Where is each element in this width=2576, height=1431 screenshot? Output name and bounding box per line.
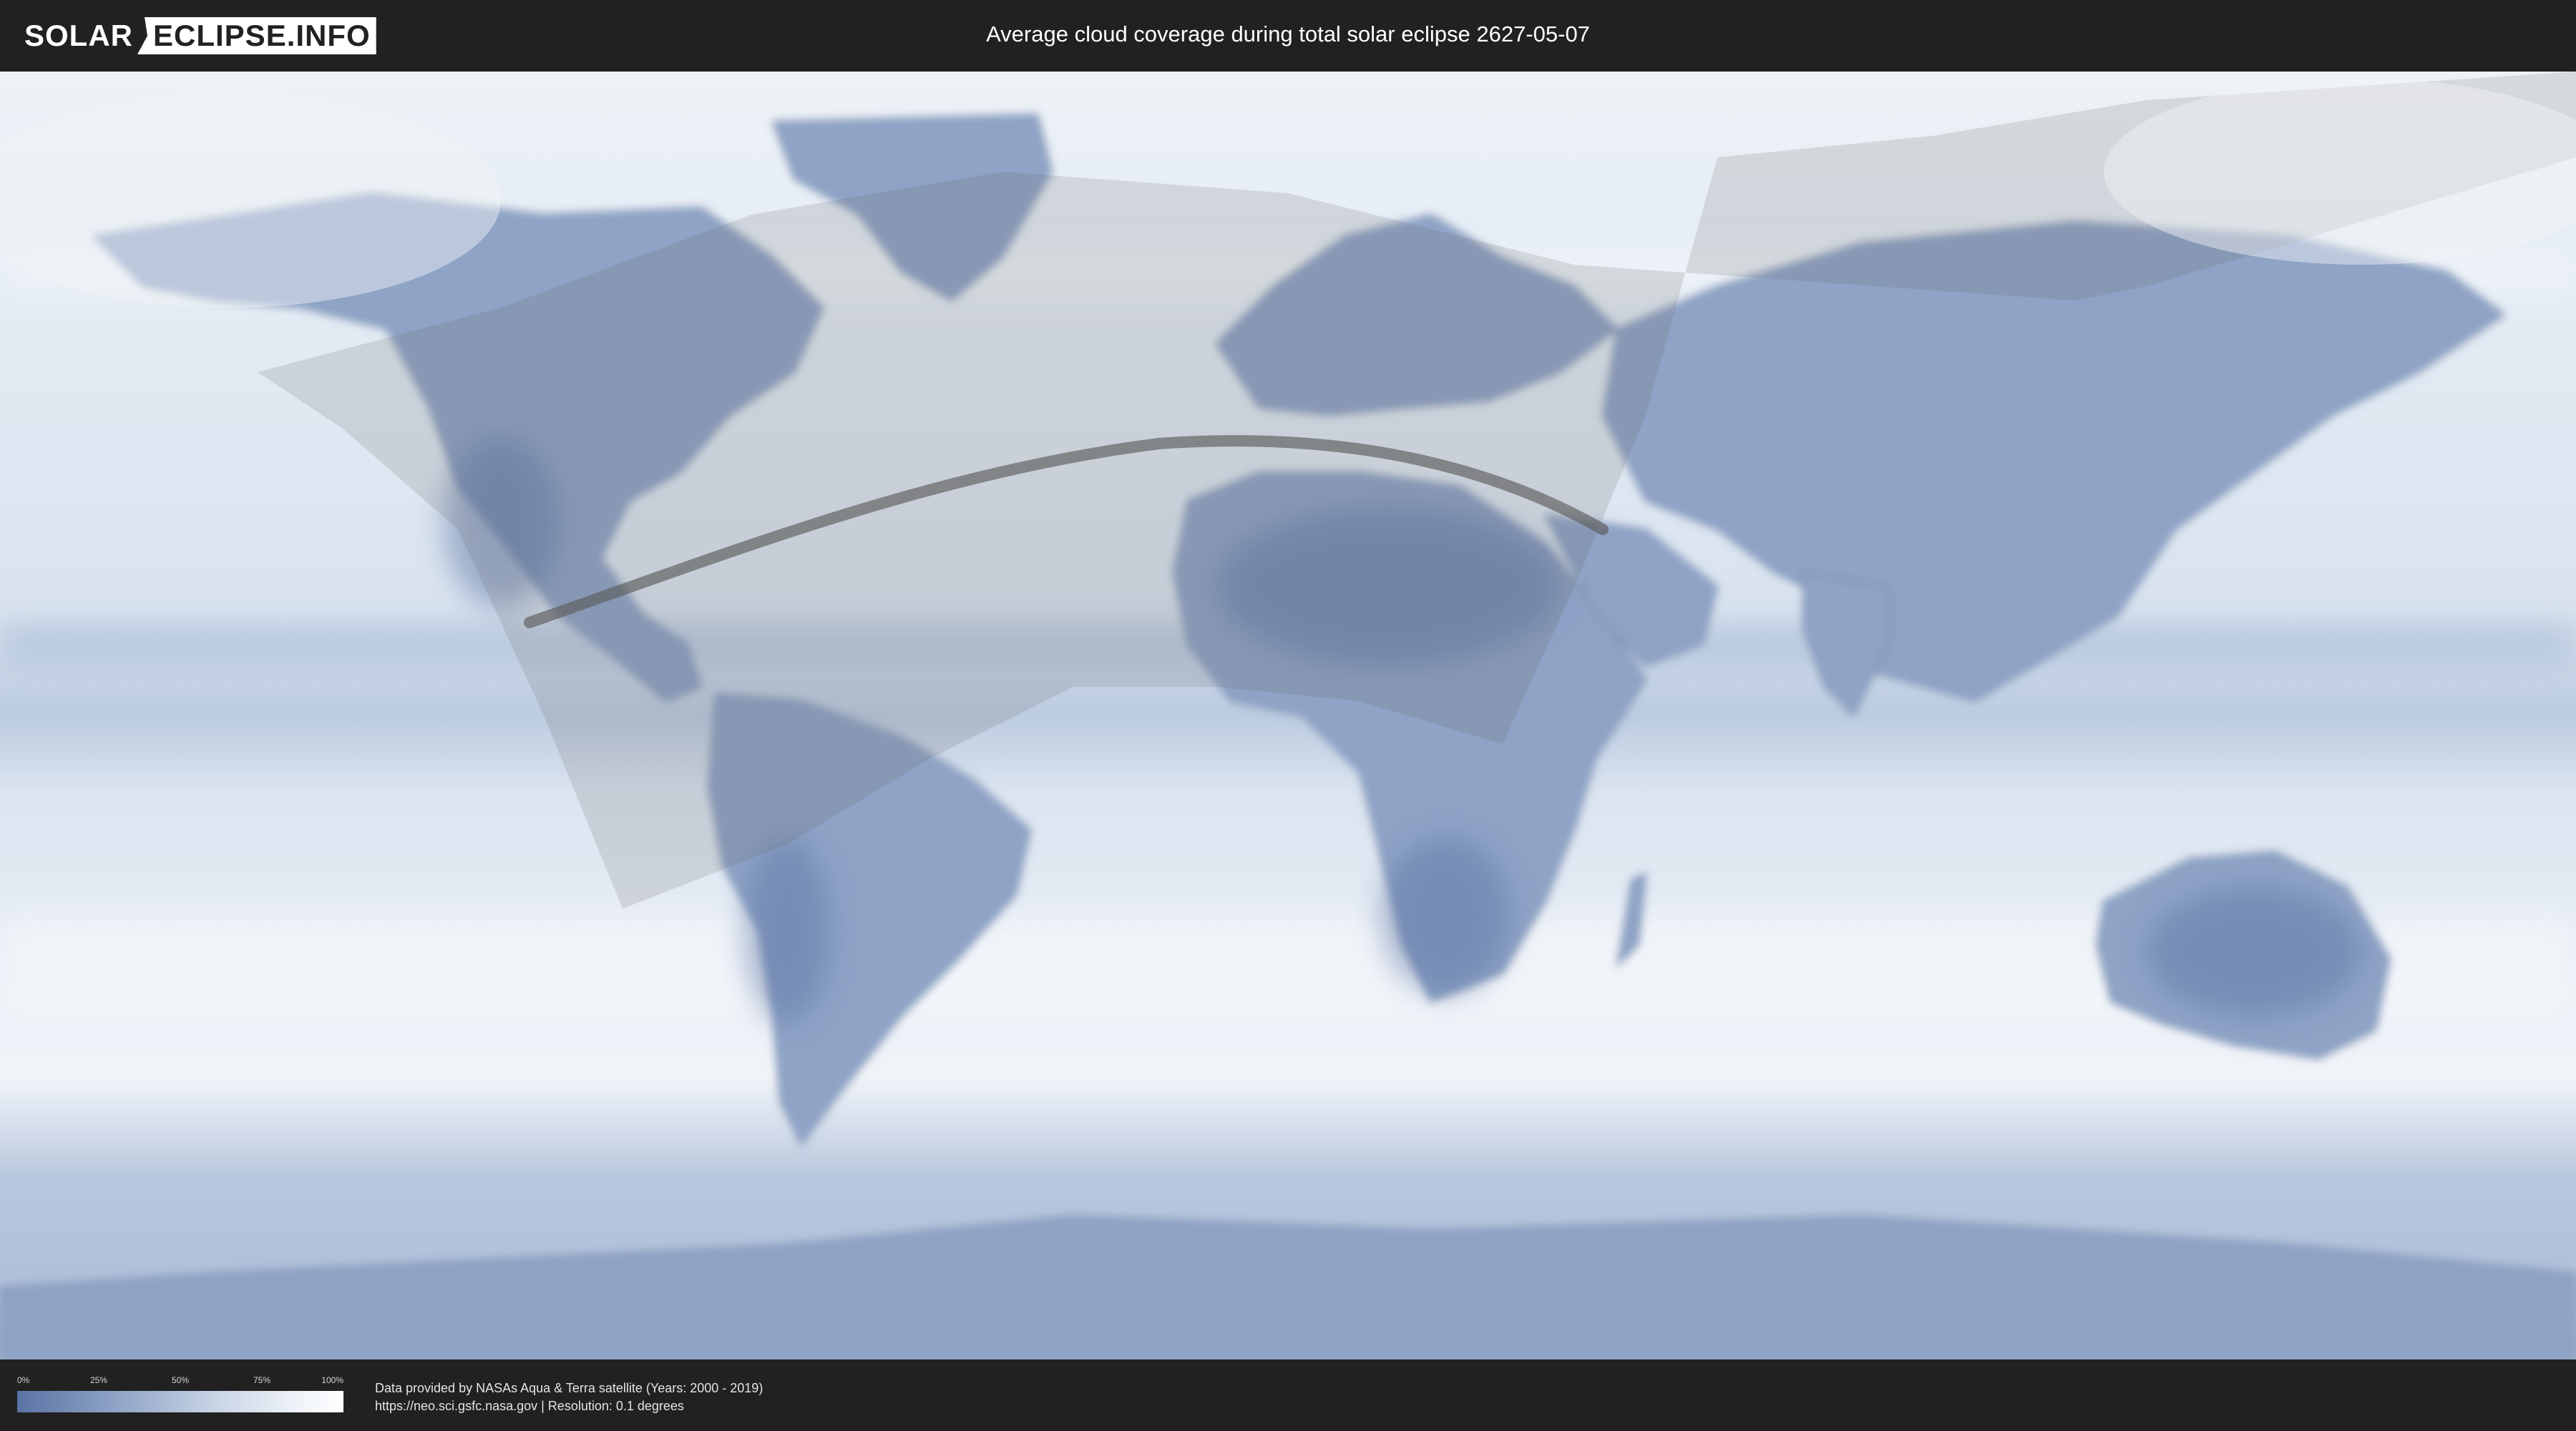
header-bar: SOLAR ECLIPSE.INFO Average cloud coverag… <box>0 0 2576 70</box>
legend-tick: 0% <box>17 1375 30 1385</box>
credit-source: Data provided by NASAs Aqua & Terra sate… <box>375 1381 763 1395</box>
world-map <box>0 72 2576 1359</box>
cloud-coverage-legend: 0% 25% 50% 75% 100% <box>17 1375 343 1418</box>
legend-tick: 50% <box>171 1375 190 1385</box>
page-title: Average cloud coverage during total sola… <box>986 21 1590 47</box>
legend-tick: 75% <box>253 1375 271 1385</box>
data-credit: Data provided by NASAs Aqua & Terra sate… <box>375 1379 763 1415</box>
legend-tick: 100% <box>321 1375 343 1385</box>
legend-color-scale <box>17 1391 343 1412</box>
cloud-coverage-map[interactable] <box>0 72 2576 1359</box>
footer-bar: 0% 25% 50% 75% 100% Data provided by NAS… <box>0 1359 2576 1431</box>
legend-tick: 25% <box>89 1375 108 1385</box>
credit-url-resolution: https://neo.sci.gsfc.nasa.gov | Resoluti… <box>375 1399 684 1413</box>
